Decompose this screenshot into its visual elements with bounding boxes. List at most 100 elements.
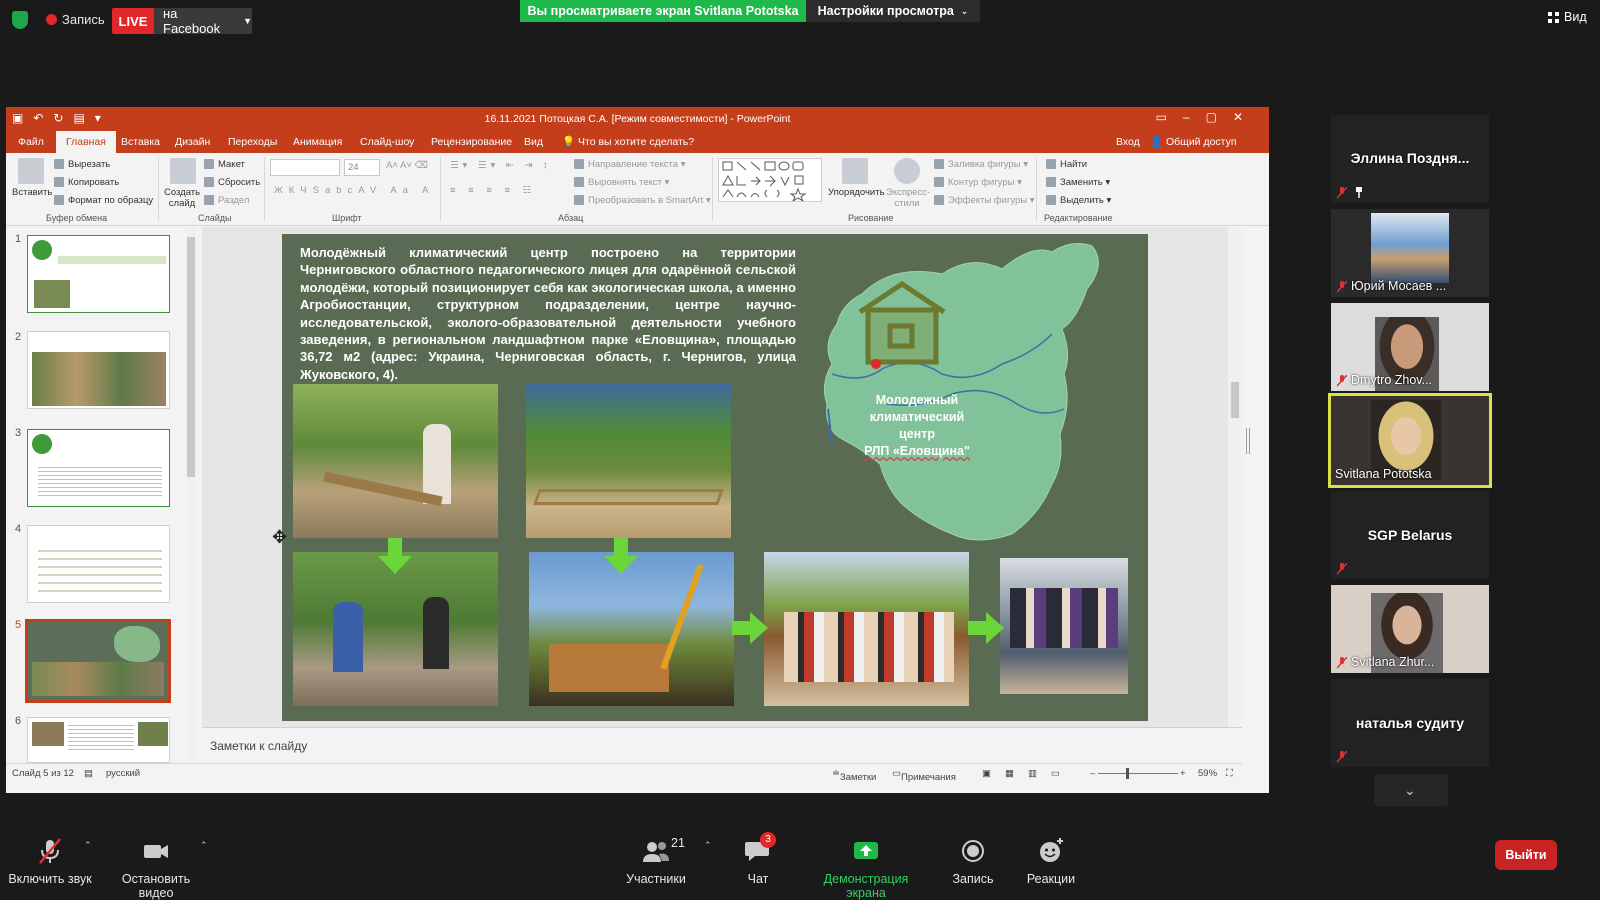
thumbnails-scrollbar[interactable] xyxy=(186,227,196,763)
slide-thumbnail-6[interactable] xyxy=(27,717,170,763)
replace-button[interactable]: Заменить ▾ xyxy=(1046,177,1110,188)
quick-styles-button[interactable]: Экспресс-стили xyxy=(886,187,930,209)
tab-transitions[interactable]: Переходы xyxy=(228,131,277,153)
slide-thumbnail-1[interactable] xyxy=(27,235,170,313)
tab-review[interactable]: Рецензирование xyxy=(431,131,512,153)
live-stream-target-dropdown[interactable]: на Facebook ▼ xyxy=(154,6,252,36)
shape-outline-button[interactable]: Контур фигуры ▾ xyxy=(934,177,1022,188)
zoom-out-button[interactable]: – xyxy=(1090,768,1095,779)
font-name-input[interactable] xyxy=(270,159,340,176)
tell-me-label: Что вы хотите сделать? xyxy=(578,136,695,148)
participant-tile[interactable]: наталья судиту xyxy=(1331,679,1489,767)
zoom-slider[interactable] xyxy=(1098,773,1178,774)
window-controls[interactable]: ▭–▢✕ xyxy=(1156,110,1259,124)
paste-button[interactable]: Вставить xyxy=(12,187,52,198)
slide-vertical-scrollbar[interactable] xyxy=(1228,227,1242,727)
copy-button[interactable]: Копировать xyxy=(54,177,119,188)
participants-button[interactable]: Участники xyxy=(620,822,692,886)
slides-group-label: Слайды xyxy=(198,213,232,223)
cut-button[interactable]: Вырезать xyxy=(54,159,110,170)
reset-button[interactable]: Сбросить xyxy=(204,177,260,188)
photo-frame-structure xyxy=(533,489,724,505)
text-direction-button[interactable]: Направление текста ▾ xyxy=(574,159,685,170)
view-layout-button[interactable]: Вид xyxy=(1548,10,1587,24)
slide-body-text[interactable]: Молодёжный климатический центр построено… xyxy=(300,244,796,383)
tab-insert[interactable]: Вставка xyxy=(121,131,160,153)
share-screen-button[interactable]: Демонстрация экрана xyxy=(804,822,928,900)
spellcheck-icon[interactable]: ▤ xyxy=(84,768,93,779)
reactions-button[interactable]: Реакции xyxy=(1022,822,1080,886)
font-grow-shrink-buttons[interactable]: A˄ A˅ ⌫ xyxy=(386,160,428,171)
unmute-button[interactable]: Включить звук xyxy=(8,822,92,886)
scrollbar-thumb[interactable] xyxy=(1231,382,1239,418)
thumbnail-number: 6 xyxy=(15,715,22,727)
participant-tile-active-speaker[interactable]: Svitlana Pototska xyxy=(1328,393,1492,488)
stop-video-button[interactable]: Остановить видео xyxy=(104,822,208,900)
shapes-gallery[interactable] xyxy=(718,158,822,203)
zoom-in-button[interactable]: + xyxy=(1180,768,1186,779)
thumbnail-text-lines xyxy=(38,544,162,598)
smartart-button[interactable]: Преобразовать в SmartArt ▾ xyxy=(574,195,711,206)
sign-in-link[interactable]: Вход xyxy=(1116,131,1140,153)
slide-thumbnail-2[interactable] xyxy=(27,331,170,409)
scrollbar-thumb[interactable] xyxy=(187,237,195,477)
section-button[interactable]: Раздел xyxy=(204,195,249,206)
shape-fill-button[interactable]: Заливка фигуры ▾ xyxy=(934,159,1028,170)
record-button[interactable]: Запись xyxy=(948,822,998,886)
view-options-dropdown[interactable]: Настройки просмотра ⌄ xyxy=(806,0,980,22)
list-buttons[interactable]: ☰▾ ☰▾ ⇤ ⇥ ↕ xyxy=(450,160,552,171)
language-indicator[interactable]: русский xyxy=(106,768,140,779)
align-text-label: Выровнять текст xyxy=(588,177,663,188)
slide-notes-pane[interactable]: Заметки к слайду xyxy=(202,727,1242,761)
slide-thumbnail-3[interactable] xyxy=(27,429,170,507)
comments-toggle-button[interactable]: ▭ Примечания xyxy=(892,768,956,783)
arrange-button[interactable]: Упорядочить xyxy=(828,187,885,198)
current-slide[interactable]: Молодёжный климатический центр построено… xyxy=(282,234,1148,721)
more-participants-button[interactable]: ⌄ xyxy=(1374,774,1448,806)
participant-tile[interactable]: Dmytro Zhov... xyxy=(1331,303,1489,391)
location-marker-icon xyxy=(871,359,881,369)
participant-tile[interactable]: Эллина Поздня... xyxy=(1331,115,1489,203)
alignment-buttons[interactable]: ≡ ≡ ≡ ≡ ☷ xyxy=(450,185,536,196)
font-style-buttons[interactable]: ЖКЧSabcAV Aa A xyxy=(274,185,434,196)
align-text-button[interactable]: Выровнять текст ▾ xyxy=(574,177,669,188)
tell-me-search[interactable]: 💡 Что вы хотите сделать? xyxy=(562,131,694,153)
photo-people xyxy=(1010,588,1118,648)
layout-button[interactable]: Макет xyxy=(204,159,245,170)
find-button[interactable]: Найти xyxy=(1046,159,1087,170)
fit-slide-icon[interactable]: ⛶ xyxy=(1226,768,1233,779)
tab-home[interactable]: Главная xyxy=(56,131,116,153)
zoom-slider-thumb[interactable] xyxy=(1126,768,1129,779)
shape-effects-label: Эффекты фигуры xyxy=(948,195,1028,206)
video-options-caret[interactable]: ⌃ xyxy=(200,840,208,851)
tab-file[interactable]: Файл xyxy=(18,131,44,153)
zoom-level[interactable]: 59% xyxy=(1198,768,1217,779)
security-shield-icon[interactable] xyxy=(12,11,28,29)
slide-thumbnail-5-selected[interactable] xyxy=(25,619,171,703)
notes-toggle-button[interactable]: ≐ Заметки xyxy=(832,768,876,783)
tab-slideshow[interactable]: Слайд-шоу xyxy=(360,131,414,153)
participant-tile[interactable]: Юрий Мосаев ... xyxy=(1331,209,1489,297)
ribbon-divider xyxy=(158,157,159,221)
panel-resize-handle[interactable] xyxy=(1246,428,1250,454)
leave-meeting-button[interactable]: Выйти xyxy=(1495,840,1557,870)
format-painter-button[interactable]: Формат по образцу xyxy=(54,195,153,206)
participant-tile[interactable]: SGP Belarus xyxy=(1331,491,1489,579)
font-size-input[interactable]: 24 xyxy=(344,159,380,176)
participant-tile[interactable]: Svitlana Zhur... xyxy=(1331,585,1489,673)
shape-effects-button[interactable]: Эффекты фигуры ▾ xyxy=(934,195,1035,206)
audio-options-caret[interactable]: ⌃ xyxy=(84,840,92,851)
new-slide-button[interactable]: Создать слайд xyxy=(164,187,200,209)
slide-thumbnail-4[interactable] xyxy=(27,525,170,603)
view-mode-buttons[interactable]: ▣▦▥▭ xyxy=(982,768,1074,779)
participant-name: Svitlana Zhur... xyxy=(1351,655,1435,669)
share-button[interactable]: 👤 Общий доступ xyxy=(1150,131,1237,153)
status-bar: Слайд 5 из 12 ▤ русский ≐ Заметки ▭ Прим… xyxy=(6,763,1242,783)
chat-button[interactable]: Чат xyxy=(736,822,780,886)
participants-options-caret[interactable]: ⌃ xyxy=(704,840,712,851)
tab-animations[interactable]: Анимация xyxy=(293,131,342,153)
tab-design[interactable]: Дизайн xyxy=(175,131,210,153)
tab-view[interactable]: Вид xyxy=(524,131,543,153)
select-button[interactable]: Выделить ▾ xyxy=(1046,195,1111,206)
record-icon xyxy=(962,840,984,862)
